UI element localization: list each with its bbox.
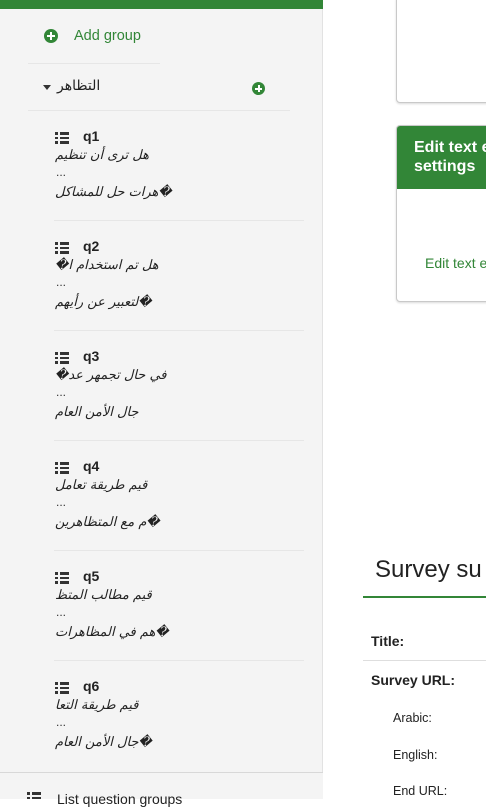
row-divider [363, 660, 486, 661]
caret-down-icon[interactable] [43, 85, 51, 90]
end-url-label: End URL: [393, 784, 448, 798]
question-text-line2: لتعبير عن رأيهم� [55, 295, 152, 310]
settings-card [396, 0, 486, 103]
question-code: q4 [83, 458, 100, 474]
question-text-line2: جال الأمن العام� [55, 735, 152, 750]
list-icon [55, 242, 69, 254]
sidebar-top-bar [0, 0, 323, 9]
plus-circle-icon [44, 29, 58, 43]
list-question-groups-label: List question groups [57, 791, 183, 807]
title-label: Title: [371, 633, 405, 649]
add-question-button[interactable] [252, 80, 265, 95]
divider [54, 220, 304, 221]
survey-url-label: Survey URL: [371, 672, 456, 688]
survey-summary-title: Survey su [375, 556, 482, 583]
list-icon [55, 572, 69, 584]
question-ellipsis: ... [56, 165, 67, 179]
question-ellipsis: ... [56, 715, 67, 729]
list-icon [27, 792, 41, 804]
question-item-q1[interactable]: q1 هل ترى أن تنظيم ... هرات حل للمشاكل� [54, 128, 304, 228]
question-ellipsis: ... [56, 495, 67, 509]
divider [54, 440, 304, 441]
arabic-label: Arabic: [393, 711, 432, 725]
divider [28, 63, 160, 64]
question-item-q2[interactable]: q2 �هل تم استخدام ا ... لتعبير عن رأيهم� [54, 238, 304, 338]
question-code: q3 [83, 348, 100, 364]
question-code: q6 [83, 678, 100, 694]
question-code: q5 [83, 568, 100, 584]
question-code: q2 [83, 238, 100, 254]
english-label: English: [393, 748, 438, 762]
question-group-header[interactable]: التظاهر [28, 76, 290, 98]
question-item-q4[interactable]: q4 قيم طريقة تعامل ... م مع المتظاهرين� [54, 458, 304, 558]
list-icon [55, 132, 69, 144]
list-question-groups-button[interactable]: List question groups [0, 772, 323, 807]
question-text-line2: م مع المتظاهرين� [55, 515, 160, 530]
divider [54, 330, 304, 331]
question-text-line1: قيم طريقة التعا [55, 698, 139, 713]
question-item-q3[interactable]: q3 �في حال تجمهر عد ... جال الأمن العام [54, 348, 304, 448]
question-text-line1: قيم مطالب المتظ [55, 588, 152, 603]
question-code: q1 [83, 128, 100, 144]
add-group-button[interactable]: Add group [44, 26, 141, 46]
question-text-line1: �في حال تجمهر عد [55, 368, 167, 383]
divider [54, 660, 304, 661]
question-text-line2: هم في المظاهرات� [55, 625, 169, 640]
question-group-title: التظاهر [57, 78, 101, 94]
question-item-q5[interactable]: q5 قيم مطالب المتظ ... هم في المظاهرات� [54, 568, 304, 668]
edit-text-settings-card: Edit text e settings Edit text e [396, 125, 486, 302]
list-icon [55, 682, 69, 694]
divider [54, 550, 304, 551]
summary-underline [363, 596, 486, 598]
question-item-q6[interactable]: q6 قيم طريقة التعا ... جال الأمن العام� [54, 678, 304, 778]
question-text-line1: �هل تم استخدام ا [55, 258, 159, 273]
card-header: Edit text e settings [397, 126, 486, 189]
sidebar: Add group التظاهر q1 هل ترى أن تنظيم ...… [0, 0, 323, 807]
question-ellipsis: ... [56, 275, 67, 289]
question-text-line2: هرات حل للمشاكل� [55, 185, 172, 200]
question-ellipsis: ... [56, 385, 67, 399]
add-group-label: Add group [74, 28, 141, 44]
question-text-line2: جال الأمن العام [55, 405, 139, 420]
card-title: Edit text e settings [414, 139, 486, 175]
question-ellipsis: ... [56, 605, 67, 619]
divider [28, 110, 290, 111]
question-text-line1: هل ترى أن تنظيم [55, 148, 150, 163]
list-icon [55, 352, 69, 364]
list-icon [55, 462, 69, 474]
edit-text-link[interactable]: Edit text e [425, 255, 486, 271]
question-text-line1: قيم طريقة تعامل [55, 478, 148, 493]
plus-circle-icon [252, 82, 265, 95]
